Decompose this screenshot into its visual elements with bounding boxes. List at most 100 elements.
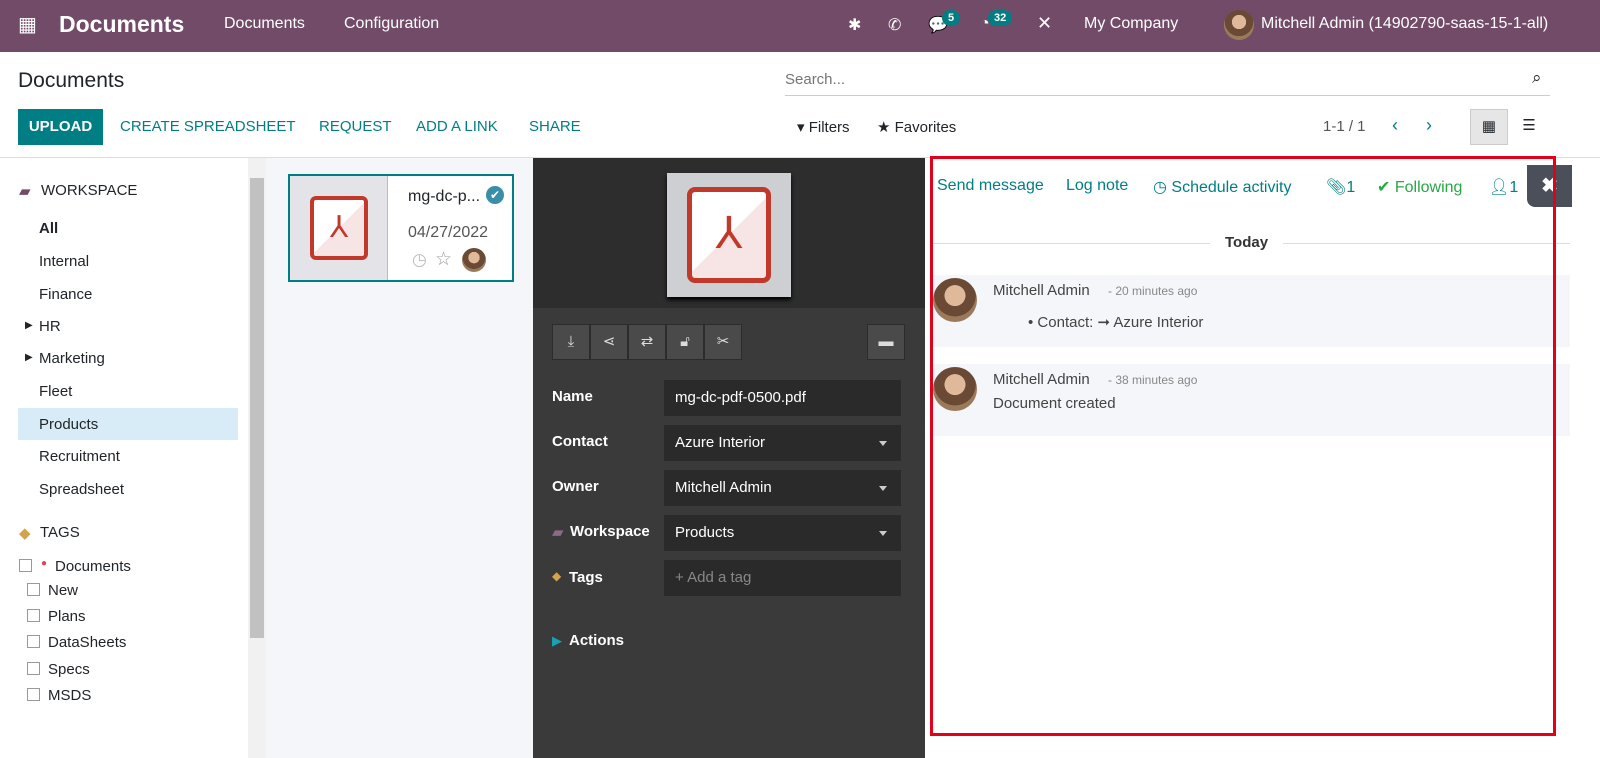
create-spreadsheet-button[interactable]: CREATE SPREADSHEET [120, 109, 296, 145]
attachments-button[interactable]: 📎︎1 [1326, 177, 1355, 197]
workspace-select[interactable]: Products [664, 515, 901, 551]
menu-documents[interactable]: Documents [224, 15, 305, 33]
download-button[interactable]: ⤓ [552, 324, 590, 360]
tracking-value: • Contact: ➞ Azure Interior [1028, 314, 1204, 331]
tag-msds[interactable]: MSDS [48, 687, 91, 704]
workspace-fleet[interactable]: Fleet [39, 383, 72, 400]
pdf-thumbnail: ⅄ [290, 176, 388, 280]
activity-clock-icon[interactable]: ◷ [412, 250, 427, 270]
pager-next-button[interactable]: › [1426, 115, 1432, 136]
tag-checkbox[interactable] [27, 662, 40, 675]
archive-button[interactable]: ▬ [867, 324, 905, 360]
search-icon[interactable]: ⌕ [1532, 68, 1542, 88]
check-circle-icon[interactable]: ✔ [486, 186, 504, 204]
apps-menu-icon[interactable]: ▦ [18, 12, 37, 37]
date-separator: Today [1210, 234, 1284, 251]
app-title[interactable]: Documents [59, 11, 184, 38]
activity-count-badge: 32 [988, 10, 1013, 26]
workspace-recruitment[interactable]: Recruitment [39, 448, 120, 465]
favorites-button[interactable]: ★ Favorites [877, 118, 956, 136]
list-view-button[interactable]: ☰ [1510, 109, 1548, 145]
sidebar: ▰ WORKSPACE All Internal Finance ▶ HR ▶ … [0, 158, 248, 758]
caret-right-icon[interactable]: ▶ [25, 320, 33, 331]
add-link-button[interactable]: ADD A LINK [416, 109, 498, 145]
folder-icon: ▰ [19, 183, 31, 200]
name-field[interactable]: mg-dc-pdf-0500.pdf [664, 380, 901, 416]
tag-documents[interactable]: Documents [55, 558, 131, 575]
caret-right-icon[interactable]: ▶ [25, 352, 33, 363]
followers-button[interactable]: 👤︎1 [1489, 177, 1518, 197]
contact-label: Contact [552, 433, 608, 450]
tags-header: TAGS [40, 524, 80, 541]
tag-checkbox[interactable] [27, 688, 40, 701]
folder-icon: ▰ [552, 524, 564, 541]
share-button[interactable]: SHARE [529, 109, 581, 145]
workspace-marketing[interactable]: Marketing [39, 350, 105, 367]
actions-toggle[interactable]: Actions [569, 632, 624, 649]
user-menu[interactable]: Mitchell Admin (14902790-saas-15-1-all) [1261, 15, 1548, 33]
tag-checkbox[interactable] [27, 635, 40, 648]
tag-specs[interactable]: Specs [48, 661, 90, 678]
request-button[interactable]: REQUEST [319, 109, 392, 145]
tools-icon[interactable]: ✕ [1037, 13, 1052, 34]
split-scissors-button[interactable]: ✂ [704, 324, 742, 360]
menu-configuration[interactable]: Configuration [344, 15, 439, 33]
sidebar-scrollbar[interactable] [248, 158, 266, 758]
star-icon[interactable]: ☆ [435, 248, 452, 271]
following-button[interactable]: ✔ Following [1377, 177, 1462, 197]
document-card[interactable]: ⅄ mg-dc-p... ✔ 04/27/2022 ◷ ☆ [288, 174, 514, 282]
log-note-button[interactable]: Log note [1066, 177, 1128, 195]
tag-checkbox[interactable] [27, 583, 40, 596]
owner-label: Owner [552, 478, 599, 495]
tag-new[interactable]: New [48, 582, 78, 599]
workspace-products[interactable]: Products [39, 416, 98, 433]
send-message-button[interactable]: Send message [937, 177, 1044, 195]
contact-value: Azure Interior [675, 434, 766, 451]
follower-count: 1 [1509, 179, 1519, 196]
debug-bug-icon[interactable]: ✱ [848, 15, 861, 35]
phone-icon[interactable]: ✆ [888, 15, 901, 35]
share-button[interactable]: ⋖ [590, 324, 628, 360]
document-preview[interactable]: ⅄ [667, 173, 791, 297]
user-avatar[interactable] [1224, 10, 1254, 40]
tag-datasheets[interactable]: DataSheets [48, 634, 126, 651]
caret-right-icon[interactable]: ▶ [552, 633, 562, 649]
upload-button[interactable]: UPLOAD [18, 109, 103, 145]
workspace-hr[interactable]: HR [39, 318, 61, 335]
workspace-spreadsheet[interactable]: Spreadsheet [39, 481, 124, 498]
search-input[interactable] [785, 64, 1550, 96]
kanban-view-button[interactable]: ▦ [1470, 109, 1508, 145]
company-switcher[interactable]: My Company [1084, 15, 1178, 33]
replace-button[interactable]: ⇄ [628, 324, 666, 360]
workspace-all[interactable]: All [39, 220, 58, 237]
workspace-internal[interactable]: Internal [39, 253, 89, 270]
tag-icon: ◆ [19, 525, 31, 542]
workspace-finance[interactable]: Finance [39, 286, 92, 303]
workspace-value: Products [675, 524, 735, 541]
owner-select[interactable]: Mitchell Admin [664, 470, 901, 506]
author-avatar [933, 278, 977, 322]
filters-button[interactable]: ▾ Filters [797, 118, 850, 136]
close-button[interactable]: ✖ [1527, 165, 1572, 207]
workspace-header: WORKSPACE [41, 182, 138, 199]
chat-count-badge: 5 [942, 10, 961, 26]
owner-value: Mitchell Admin [675, 479, 772, 496]
page-title: Documents [18, 69, 125, 92]
tag-checkbox[interactable] [27, 609, 40, 622]
contact-select[interactable]: Azure Interior [664, 425, 901, 461]
following-label: Following [1394, 179, 1463, 196]
chatter-panel: Send message Log note ◷ Schedule activit… [925, 158, 1600, 758]
schedule-activity-button[interactable]: ◷ Schedule activity [1153, 177, 1291, 197]
workspace-label: Workspace [570, 523, 650, 540]
lock-button[interactable]: 🔓︎ [666, 324, 704, 360]
message-author[interactable]: Mitchell Admin [993, 371, 1090, 388]
tag-checkbox[interactable] [19, 559, 32, 572]
author-avatar [933, 367, 977, 411]
document-date: 04/27/2022 [408, 224, 489, 241]
tags-input[interactable]: + Add a tag [664, 560, 901, 596]
tag-plans[interactable]: Plans [48, 608, 86, 625]
pager-prev-button[interactable]: ‹ [1392, 115, 1398, 136]
attachment-count: 1 [1346, 179, 1356, 196]
message-author[interactable]: Mitchell Admin [993, 282, 1090, 299]
document-inspector: ⅄ ⤓ ⋖ ⇄ 🔓︎ ✂ ▬ Name mg-dc-pdf-0500.pdf C… [533, 158, 925, 758]
